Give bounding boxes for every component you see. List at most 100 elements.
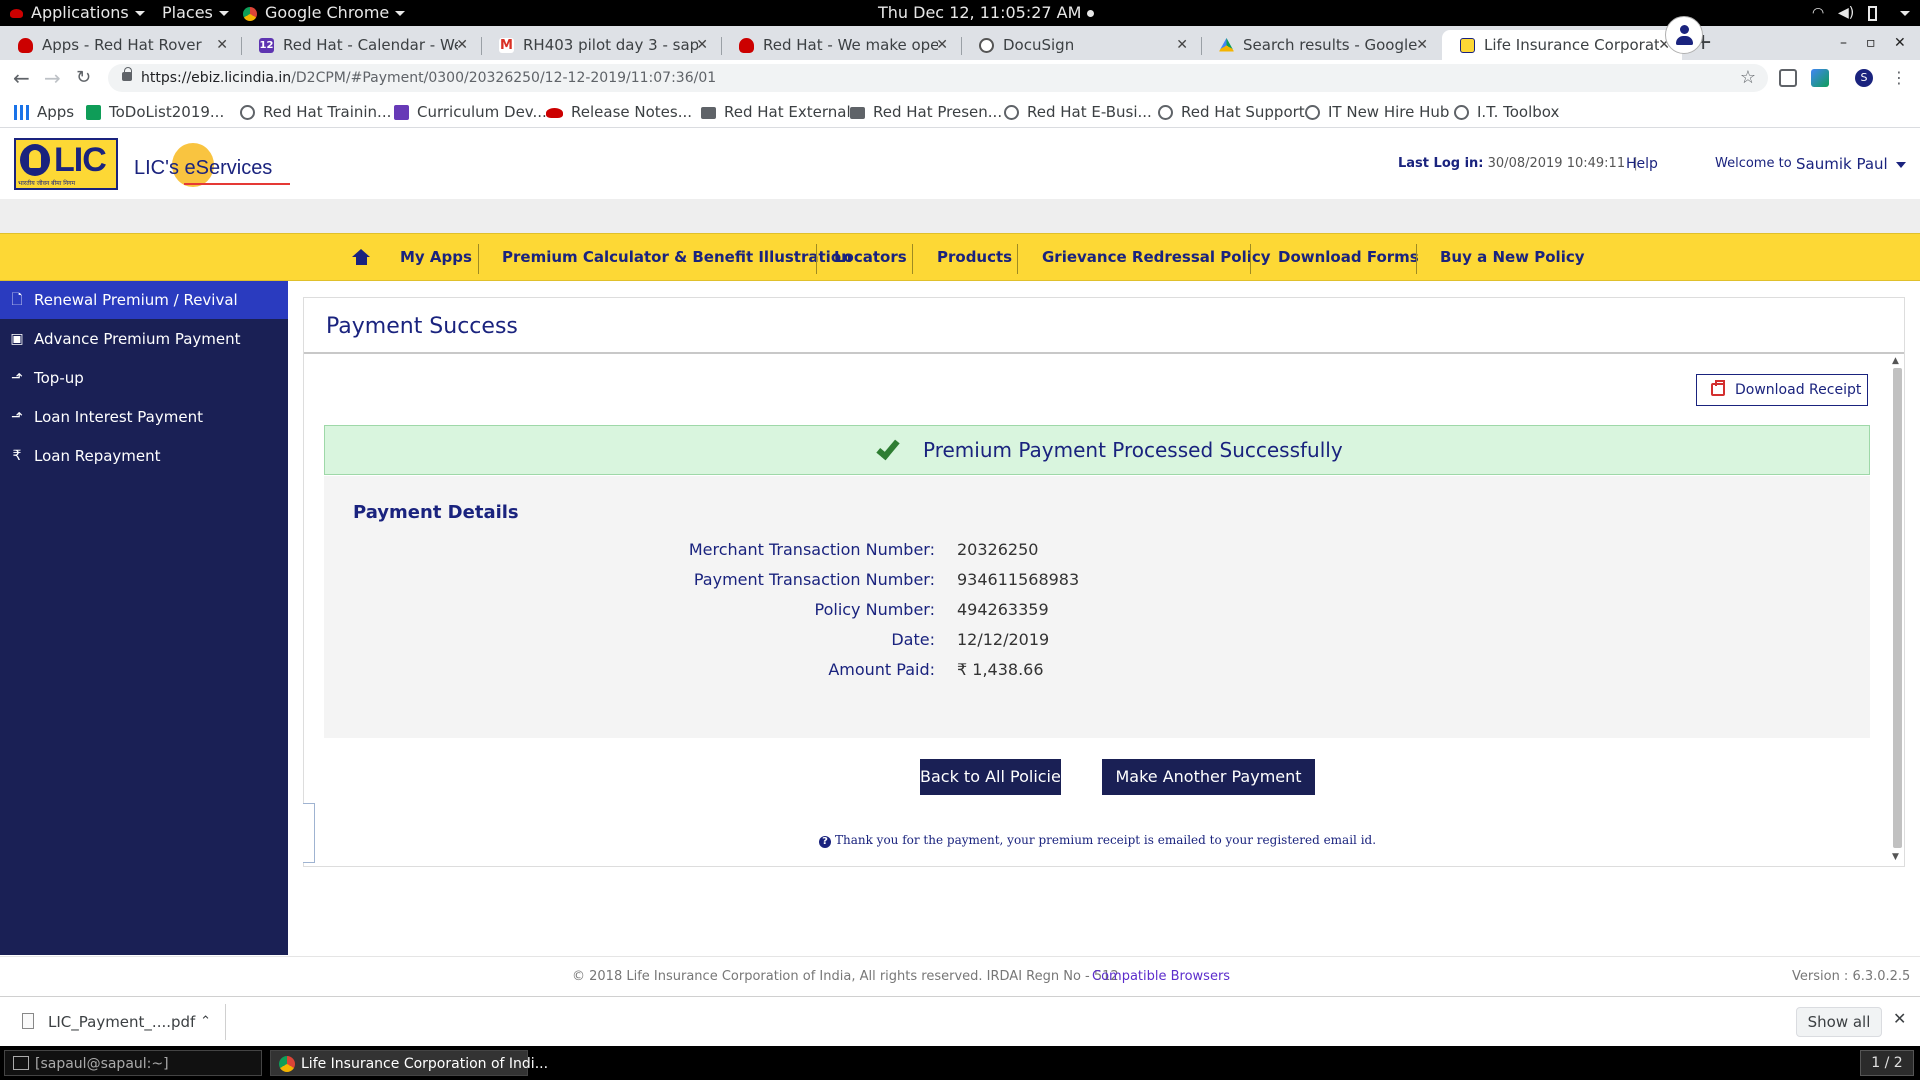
nav-download-forms[interactable]: Download Forms	[1278, 234, 1419, 281]
sidebar-item-top-up[interactable]: ⬏ Top-up	[0, 359, 288, 397]
tab-red-hat[interactable]: Red Hat - We make open s ✕	[721, 30, 960, 60]
sidebar-item-renewal-premium[interactable]: 🗋 Renewal Premium / Revival	[0, 281, 288, 319]
nav-buy-policy[interactable]: Buy a New Policy	[1440, 234, 1585, 281]
bookmark-rh-ebusiness[interactable]: Red Hat E-Busi...	[1004, 96, 1152, 128]
bookmark-curriculum[interactable]: Curriculum Dev...	[394, 96, 547, 128]
site-header: LIC भारतीय जीवन बीमा निगम LIC's eService…	[0, 129, 1920, 199]
tab-red-hat-rover[interactable]: Apps - Red Hat Rover ✕	[0, 30, 240, 60]
battery-icon[interactable]	[1868, 0, 1877, 26]
show-all-button[interactable]: Show all	[1796, 1007, 1882, 1037]
nav-my-apps[interactable]: My Apps	[400, 234, 472, 281]
compatible-browsers-link[interactable]: Compatible Browsers	[1092, 957, 1230, 997]
bookmark-it-new-hire[interactable]: IT New Hire Hub	[1305, 96, 1449, 128]
taskbar-terminal-label: [sapaul@sapaul:~]	[35, 1056, 169, 1072]
nav-locators[interactable]: Locators	[834, 234, 907, 281]
taskbar-terminal[interactable]: [sapaul@sapaul:~]	[4, 1050, 262, 1076]
detail-row: Date: 12/12/2019	[324, 630, 1870, 654]
payment-details-card: Payment Details Merchant Transaction Num…	[324, 476, 1870, 738]
close-icon[interactable]: ✕	[936, 30, 948, 60]
minimize-icon[interactable]: –	[1840, 26, 1847, 60]
tab-google-drive[interactable]: Search results - Google Dr ✕	[1201, 30, 1440, 60]
close-icon[interactable]: ✕	[1893, 1009, 1906, 1028]
nav-grievance-policy[interactable]: Grievance Redressal Policy	[1042, 234, 1271, 281]
detail-value: 20326250	[957, 540, 1039, 559]
tab-calendar[interactable]: 12 Red Hat - Calendar - Week ✕	[241, 30, 480, 60]
back-to-all-policies-button[interactable]: Back to All Policies	[920, 759, 1069, 795]
bookmark-todolist[interactable]: ToDoList2019...	[86, 96, 224, 128]
reload-icon[interactable]: ↻	[76, 60, 91, 96]
detail-label: Amount Paid:	[828, 660, 935, 679]
title-divider	[304, 352, 1904, 354]
tab-gmail[interactable]: M RH403 pilot day 3 - sapaul ✕	[481, 30, 720, 60]
bookmark-rh-training[interactable]: Red Hat Trainin...	[240, 96, 391, 128]
globe-icon	[1454, 105, 1469, 120]
clock-text: Thu Dec 12, 11:05:27 AM	[878, 3, 1082, 22]
download-receipt-button[interactable]: Download Receipt	[1696, 374, 1868, 406]
bookmark-star-icon[interactable]: ☆	[1740, 64, 1756, 92]
sidebar-item-loan-repayment[interactable]: ₹ Loan Repayment	[0, 437, 288, 475]
bookmark-rh-external[interactable]: Red Hat External	[701, 96, 851, 128]
url-text[interactable]: https://ebiz.licindia.in/D2CPM/#Payment/…	[141, 64, 716, 92]
feedback-tab[interactable]	[303, 803, 315, 863]
close-icon[interactable]: ✕	[456, 30, 468, 60]
sidebar-item-loan-interest[interactable]: ⬏ Loan Interest Payment	[0, 398, 288, 436]
caret-down-icon	[1895, 161, 1906, 168]
volume-icon[interactable]: ◀)	[1838, 0, 1854, 26]
wifi-icon[interactable]: ◠	[1812, 0, 1824, 26]
eservices-logo[interactable]: LIC's eServices	[134, 139, 294, 191]
close-icon[interactable]: ✕	[216, 30, 228, 60]
maximize-icon[interactable]: ▫	[1866, 26, 1876, 60]
window-close-icon[interactable]: ✕	[1894, 26, 1906, 60]
user-menu[interactable]: Saumik Paul	[1796, 129, 1906, 199]
extension-icon[interactable]	[1811, 69, 1829, 87]
bookmark-rh-presentations[interactable]: Red Hat Presen...	[850, 96, 1002, 128]
scrollbar[interactable]: ▲ ▼	[1891, 356, 1903, 864]
scroll-down-icon[interactable]: ▼	[1892, 852, 1899, 862]
lock-icon	[122, 67, 132, 81]
system-menu[interactable]	[1894, 0, 1910, 26]
detail-value: 12/12/2019	[957, 630, 1050, 649]
tab-docusign[interactable]: DocuSign ✕	[961, 30, 1200, 60]
bookmark-it-toolbox[interactable]: I.T. Toolbox	[1454, 96, 1559, 128]
sidebar-item-label: Renewal Premium / Revival	[34, 291, 238, 309]
scrollbar-thumb[interactable]	[1893, 368, 1902, 848]
chevron-up-icon[interactable]: ⌃	[200, 1004, 211, 1040]
places-menu[interactable]: Places	[162, 0, 229, 26]
download-receipt-label: Download Receipt	[1735, 382, 1862, 398]
bookmark-rh-support[interactable]: Red Hat Support	[1158, 96, 1305, 128]
nav-premium-calculator[interactable]: Premium Calculator & Benefit Illustratio…	[502, 234, 852, 281]
payment-panel: Payment Success ▲ ▼ Download Receipt Pre…	[303, 297, 1905, 867]
make-another-payment-button[interactable]: Make Another Payment	[1102, 759, 1315, 795]
version-text: Version : 6.3.0.2.5	[1792, 969, 1911, 984]
profile-avatar[interactable]: S	[1855, 69, 1873, 87]
tab-lic-active[interactable]: Life Insurance Corporation ✕	[1442, 30, 1682, 60]
close-icon[interactable]: ✕	[1416, 30, 1428, 60]
chrome-menu-icon[interactable]: ⋮	[1890, 69, 1908, 87]
globe-icon	[1158, 105, 1173, 120]
workspace-pager[interactable]: 1 / 2	[1860, 1050, 1914, 1076]
terminal-icon	[13, 1056, 29, 1070]
bookmark-apps[interactable]: Apps	[14, 96, 74, 128]
download-item[interactable]: LIC_Payment_....pdf ⌃	[14, 1004, 226, 1040]
logo-underline	[184, 183, 290, 185]
address-bar[interactable]: https://ebiz.licindia.in/D2CPM/#Payment/…	[108, 64, 1768, 92]
scroll-up-icon[interactable]: ▲	[1892, 356, 1899, 366]
sidebar-item-advance-premium[interactable]: ▣ Advance Premium Payment	[0, 320, 288, 358]
forward-arrow-icon[interactable]: →	[44, 60, 61, 96]
bookmark-release-notes[interactable]: Release Notes...	[546, 96, 692, 128]
bookmark-label: Red Hat Presen...	[873, 103, 1003, 121]
taskbar-chrome[interactable]: Life Insurance Corporation of Indi...	[270, 1050, 548, 1076]
nav-products[interactable]: Products	[937, 234, 1012, 281]
applications-menu[interactable]: Applications	[10, 0, 145, 26]
close-icon[interactable]: ✕	[1176, 30, 1188, 60]
user-avatar-icon[interactable]	[1665, 16, 1703, 54]
browser-app-menu[interactable]: Google Chrome	[243, 0, 406, 26]
close-icon[interactable]: ✕	[696, 30, 708, 60]
extension-icon[interactable]	[1779, 69, 1797, 87]
lic-logo[interactable]: LIC भारतीय जीवन बीमा निगम	[14, 138, 118, 190]
help-link[interactable]: Help	[1626, 129, 1658, 199]
logo-subtext: भारतीय जीवन बीमा निगम	[18, 180, 76, 187]
home-icon[interactable]	[352, 249, 370, 265]
clock[interactable]: Thu Dec 12, 11:05:27 AM	[878, 0, 1094, 26]
back-arrow-icon[interactable]: ←	[13, 60, 30, 96]
